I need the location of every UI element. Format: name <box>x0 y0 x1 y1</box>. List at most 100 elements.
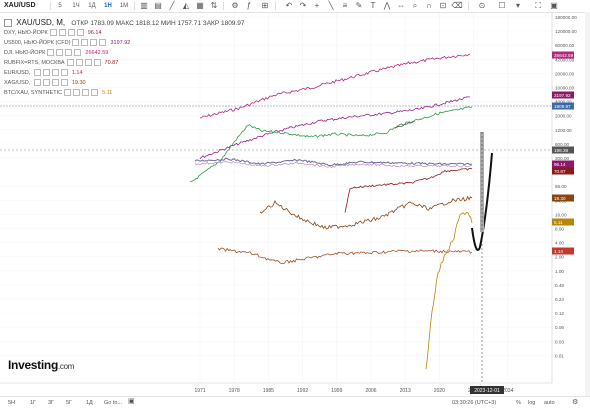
overlay-more-icon[interactable] <box>99 39 107 47</box>
candles-chart-icon[interactable]: ▥ <box>138 0 150 12</box>
layout-icon[interactable]: ☐ <box>496 0 508 12</box>
goto-button[interactable]: Go to... <box>104 398 122 408</box>
overlay-eye-icon[interactable] <box>66 59 74 67</box>
overlay-more-icon[interactable] <box>91 89 99 97</box>
top-toolbar: XAU/USD 5 1Ч 1Д 1Н 1М ▥ ▤ ╱ ◭ ▦ ⇅ ⚙ ƒ ⊞ … <box>0 0 590 13</box>
toolbar-divider <box>223 2 224 10</box>
overlay-eye-icon[interactable] <box>64 89 72 97</box>
fullscreen-icon[interactable]: ⛶ <box>532 0 544 12</box>
overlay-close-icon[interactable] <box>51 79 59 87</box>
overlay-settings-icon[interactable] <box>42 69 50 77</box>
interval-1m-button[interactable]: 1М <box>118 1 130 11</box>
overlay-settings-icon[interactable] <box>75 59 83 67</box>
overlay-settings-icon[interactable] <box>58 29 66 37</box>
overlay-settings-icon[interactable] <box>42 79 50 87</box>
fibonacci-icon[interactable]: ≡ <box>339 0 351 12</box>
undo-icon[interactable]: ↶ <box>283 0 295 12</box>
overlay-row[interactable]: DXY, НЬЮ-ЙОРК 96.14 <box>4 28 244 38</box>
range-3y-button[interactable]: 3Г <box>48 398 54 408</box>
overlay-more-icon[interactable] <box>76 29 84 37</box>
symbol-field[interactable]: XAU/USD <box>4 2 36 9</box>
overlay-eye-icon[interactable] <box>33 79 41 87</box>
overlay-row[interactable]: RUBFIX=RTS, МОСКВА 70.87 <box>4 58 244 68</box>
zoom-icon[interactable]: ⌕ <box>409 0 421 12</box>
overlay-name: DJI, НЬЮ-ЙОРК <box>4 50 46 56</box>
brush-icon[interactable]: ✎ <box>353 0 365 12</box>
overlay-more-icon[interactable] <box>60 69 68 77</box>
overlay-close-icon[interactable] <box>51 69 59 77</box>
overlay-value: 5.11 <box>102 90 113 96</box>
logo-text: Investing <box>8 358 58 372</box>
overlay-eye-icon[interactable] <box>49 29 57 37</box>
text-tool-icon[interactable]: T <box>367 0 379 12</box>
right-scrollbar[interactable] <box>585 12 590 396</box>
price-label-text: 1809.97 <box>554 104 571 109</box>
overlay-row[interactable]: DJI, НЬЮ-ЙОРК 26642.59 <box>4 48 244 58</box>
overlay-eye-icon[interactable] <box>33 69 41 77</box>
interval-1w-button[interactable]: 1Н <box>102 1 114 11</box>
price-tick-label: 2000.00 <box>555 114 572 119</box>
overlay-row[interactable]: US500, НЬЮ-ЙОРК (CFD) 3197.92 <box>4 38 244 48</box>
pattern-icon[interactable]: ⋀ <box>381 0 393 12</box>
price-tick-label: 0.06 <box>555 325 564 330</box>
legend-symbol: XAU/USD, М, <box>16 18 68 27</box>
range-5y-button[interactable]: 5Н <box>8 398 15 408</box>
overlay-settings-icon[interactable] <box>81 39 89 47</box>
line-chart-icon[interactable]: ╱ <box>166 0 178 12</box>
overlay-close-icon[interactable] <box>67 29 75 37</box>
range-1d-button[interactable]: 1Д <box>86 398 93 408</box>
goto-calendar-icon[interactable]: ▣ <box>128 397 135 407</box>
toolbar-divider <box>468 2 469 10</box>
overlay-settings-icon[interactable] <box>56 49 64 57</box>
overlay-more-icon[interactable] <box>93 59 101 67</box>
indicators-icon[interactable]: ƒ <box>243 0 255 12</box>
trend-line-icon[interactable]: ╲ <box>325 0 337 12</box>
overlay-more-icon[interactable] <box>74 49 82 57</box>
overlay-row[interactable]: BTC/XAU, SYNTHETIC 5.11 <box>4 88 244 98</box>
layout-dropdown-icon[interactable]: ▾ <box>512 0 524 12</box>
auto-scale-toggle[interactable]: auto <box>544 398 555 408</box>
toolbar-divider <box>134 2 135 10</box>
logo-suffix: .com <box>57 362 75 371</box>
template-icon[interactable]: ⊞ <box>259 0 271 12</box>
interval-1d-button[interactable]: 1Д <box>86 1 98 11</box>
range-1y-button[interactable]: 1Г <box>30 398 36 408</box>
overlay-eye-icon[interactable] <box>72 39 80 47</box>
legend-toggle-icon[interactable] <box>4 18 12 27</box>
crosshair-icon[interactable]: + <box>311 0 323 12</box>
time-tick-label: 1985 <box>263 388 274 394</box>
price-tick-label: 0.01 <box>555 353 564 358</box>
area-chart-icon[interactable]: ◭ <box>180 0 192 12</box>
price-tick-label: 20000.00 <box>555 71 575 76</box>
range-5y2-button[interactable]: 5Г <box>66 398 72 408</box>
overlay-close-icon[interactable] <box>84 59 92 67</box>
interval-1h-button[interactable]: 1Ч <box>70 1 82 11</box>
magnet-icon[interactable]: ∩ <box>423 0 435 12</box>
overlay-close-icon[interactable] <box>90 39 98 47</box>
overlay-settings-icon[interactable] <box>73 89 81 97</box>
interval-5-button[interactable]: 5 <box>54 1 66 11</box>
overlay-more-icon[interactable] <box>60 79 68 87</box>
price-tick-label: 120000.00 <box>555 29 577 34</box>
chart-settings-gear-icon[interactable]: ⚙ <box>572 398 578 408</box>
redo-icon[interactable]: ↷ <box>297 0 309 12</box>
overlay-row[interactable]: EUR/USD, 1.14 <box>4 68 244 78</box>
log-scale-toggle[interactable]: log <box>528 398 535 408</box>
percent-scale-toggle[interactable]: % <box>516 398 521 408</box>
measure-icon[interactable]: ⇔ <box>395 0 407 12</box>
trash-icon[interactable]: ⌫ <box>451 0 463 12</box>
overlay-name: US500, НЬЮ-ЙОРК (CFD) <box>4 40 71 46</box>
lock-icon[interactable]: ⊡ <box>437 0 449 12</box>
overlay-close-icon[interactable] <box>82 89 90 97</box>
price-tick-label: 300.00 <box>555 156 569 161</box>
settings-gear-icon[interactable]: ⚙ <box>229 0 241 12</box>
heikin-chart-icon[interactable]: ▦ <box>194 0 206 12</box>
legend-main-row: XAU/USD, М, ОТКР 1783.09 МАКС 1818.12 МИ… <box>4 17 244 28</box>
overlay-row[interactable]: XAG/USD, 19.30 <box>4 78 244 88</box>
compare-icon[interactable]: ⇅ <box>208 0 220 12</box>
overlay-close-icon[interactable] <box>65 49 73 57</box>
bars-chart-icon[interactable]: ▤ <box>152 0 164 12</box>
overlay-eye-icon[interactable] <box>47 49 55 57</box>
camera-icon[interactable]: ⊙ <box>476 0 488 12</box>
save-icon[interactable]: ▣ <box>548 0 560 12</box>
